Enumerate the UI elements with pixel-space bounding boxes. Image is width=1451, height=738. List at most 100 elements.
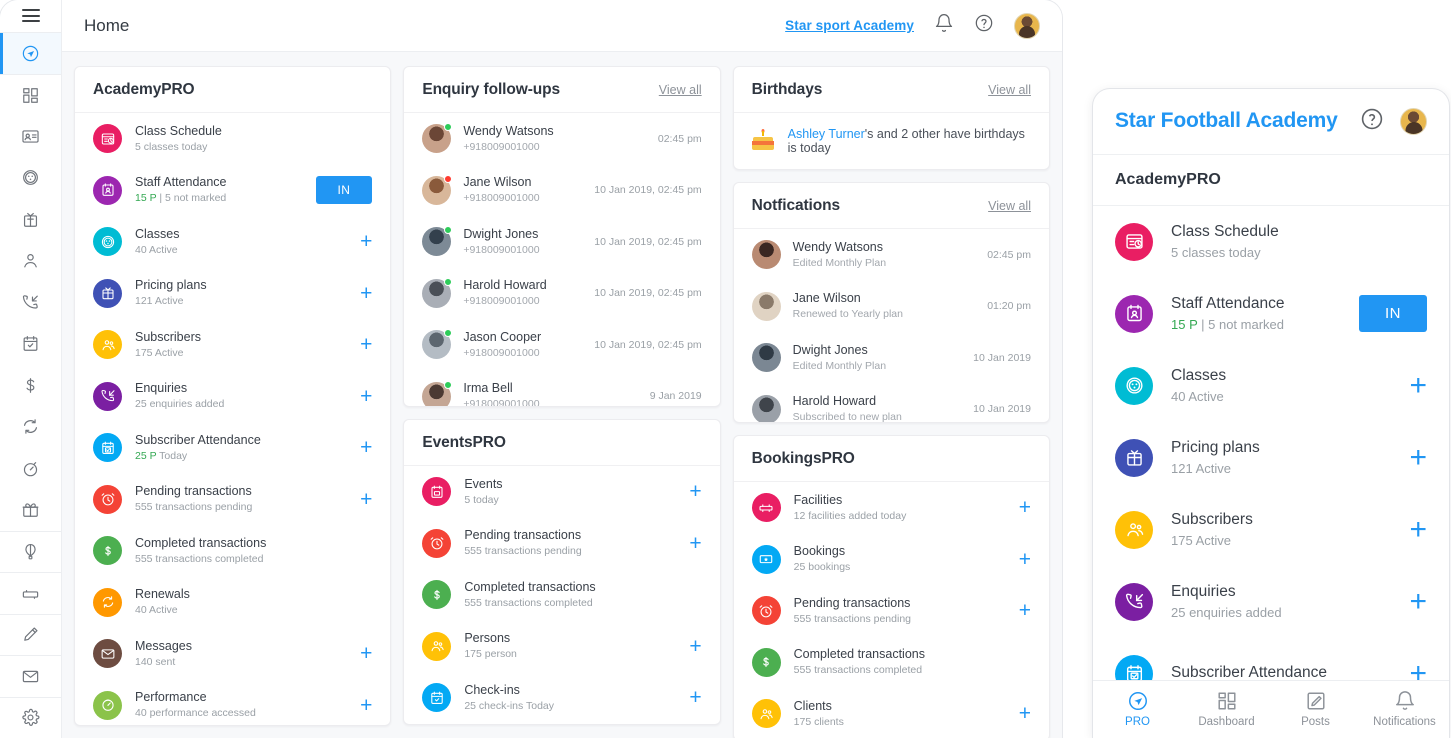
pro-list-row[interactable]: Bookings 25 bookings + [734,534,1049,586]
sidebar-menu-button[interactable] [0,0,61,33]
add-icon[interactable]: + [360,489,372,510]
add-icon[interactable]: + [360,643,372,664]
pro-list-row[interactable]: Events 5 today + [404,466,719,518]
sidebar-item-pricing-plans[interactable] [0,199,61,241]
person-row[interactable]: Dwight Jones +918009001000 10 Jan 2019, 02… [404,216,719,268]
mobile-tab-dashboard[interactable]: Dashboard [1182,690,1271,728]
pro-list-row[interactable]: Facilities 12 facilities added today + [734,482,1049,534]
add-icon[interactable]: + [1019,497,1031,518]
attendance-in-button[interactable]: IN [1359,295,1427,333]
pro-list-row[interactable]: Enquiries 25 enquiries added + [75,371,390,423]
mobile-tabbar: PRO Dashboard Posts Notifications [1093,679,1449,738]
view-all-link[interactable]: View all [659,83,702,97]
mobile-list-row[interactable]: Staff Attendance 15 P | 5 not marked IN [1093,278,1449,350]
add-icon[interactable]: + [360,437,372,458]
person-row[interactable]: Jane Wilson Renewed to Yearly plan 01:20 p… [734,281,1049,333]
mobile-tab-notifications[interactable]: Notifications [1360,690,1449,728]
pro-list-row[interactable]: Check-ins 25 check-ins Today + [404,672,719,724]
mobile-tab-label: Dashboard [1198,716,1255,729]
add-icon[interactable]: + [689,481,701,502]
person-row[interactable]: Harold Howard +918009001000 10 Jan 2019, 0… [404,268,719,320]
mobile-list-row[interactable]: Enquiries 25 enquiries added + [1093,566,1449,638]
add-icon[interactable]: + [1409,585,1427,618]
sidebar-item-id-card[interactable] [0,116,61,158]
sidebar-item-attendance[interactable] [0,323,61,365]
pro-list-row[interactable]: Completed transactions 555 transactions c… [404,569,719,621]
sidebar-item-performance[interactable] [0,448,61,490]
view-all-link[interactable]: View all [988,199,1031,213]
view-all-link[interactable]: View all [988,83,1031,97]
add-icon[interactable]: + [1019,703,1031,724]
add-icon[interactable]: + [360,386,372,407]
mobile-list-row[interactable]: Subscribers 175 Active + [1093,494,1449,566]
mobile-list-row[interactable]: Class Schedule 5 classes today [1093,206,1449,278]
sidebar-item-offers[interactable] [0,489,61,531]
pro-list-row[interactable]: Renewals 40 Active [75,577,390,629]
sidebar-item-dashboard[interactable] [0,74,61,116]
mobile-list-row[interactable]: Subscriber Attendance + [1093,638,1449,680]
add-icon[interactable]: + [1019,600,1031,621]
birthday-message: Ashley Turner's and 2 other have birthda… [788,127,1031,155]
add-icon[interactable]: + [1019,549,1031,570]
add-icon[interactable]: + [689,687,701,708]
person-row[interactable]: Harold Howard Subscribed to new plan 10 Ja… [734,384,1049,422]
pro-list-row[interactable]: Performance 40 performance accessed + [75,680,390,726]
sidebar-item-bookings[interactable] [0,572,61,614]
add-icon[interactable]: + [1409,441,1427,474]
pro-list-row[interactable]: Pending transactions 555 transactions pen… [734,585,1049,637]
pro-list-row[interactable]: Completed transactions 555 transactions c… [734,637,1049,689]
sidebar-item-transactions[interactable] [0,365,61,407]
person-row[interactable]: Irma Bell +918009001000 9 Jan 2019 [404,371,719,406]
add-icon[interactable]: + [1409,657,1427,679]
sidebar-item-subscribers[interactable] [0,240,61,282]
pro-list-row[interactable]: Clients 175 clients + [734,688,1049,738]
pro-list-row[interactable]: Subscriber Attendance 25 P Today + [75,422,390,474]
pro-list-row[interactable]: Completed transactions 555 transactions c… [75,525,390,577]
person-row[interactable]: Dwight Jones Edited Monthly Plan 10 Jan 20… [734,332,1049,384]
add-icon[interactable]: + [1409,369,1427,402]
add-icon[interactable]: + [1409,513,1427,546]
person-row[interactable]: Wendy Watsons +918009001000 02:45 pm [404,113,719,165]
bell-icon[interactable] [934,13,954,38]
add-icon[interactable]: + [689,533,701,554]
add-icon[interactable]: + [360,695,372,716]
help-circle-icon[interactable] [974,13,994,38]
sidebar-item-messages[interactable] [0,655,61,697]
birthday-person-link[interactable]: Ashley Turner [788,127,865,141]
mobile-list-row[interactable]: Classes 40 Active + [1093,350,1449,422]
sidebar-item-events[interactable] [0,530,61,573]
add-icon[interactable]: + [360,334,372,355]
pro-list-row[interactable]: Persons 175 person + [404,621,719,673]
person-row[interactable]: Wendy Watsons Edited Monthly Plan 02:45 pm [734,229,1049,281]
pro-list-row[interactable]: Class Schedule 5 classes today [75,113,390,165]
sidebar-item-enquiries[interactable] [0,282,61,324]
sidebar-item-settings[interactable] [0,696,61,738]
person-row[interactable]: Jason Cooper +918009001000 10 Jan 2019, 02… [404,319,719,371]
birthday-row[interactable]: Ashley Turner's and 2 other have birthda… [734,113,1049,169]
mobile-tab-pro[interactable]: PRO [1093,690,1182,728]
sidebar-item-pro[interactable] [0,32,61,74]
person-row[interactable]: Jane Wilson +918009001000 10 Jan 2019, 02:… [404,165,719,217]
mobile-list-row[interactable]: Pricing plans 121 Active + [1093,422,1449,494]
pro-list-row[interactable]: Classes 40 Active + [75,216,390,268]
sidebar-item-classes[interactable] [0,157,61,199]
mobile-tab-posts[interactable]: Posts [1271,690,1360,728]
academy-name-link[interactable]: Star sport Academy [785,18,914,33]
sidebar-item-renewals[interactable] [0,406,61,448]
add-icon[interactable]: + [689,636,701,657]
attendance-in-button[interactable]: IN [315,176,373,205]
pro-list-row[interactable]: Pending transactions 555 transactions pen… [75,474,390,526]
add-icon[interactable]: + [360,283,372,304]
pro-list-row[interactable]: Subscribers 175 Active + [75,319,390,371]
avatar[interactable] [1014,12,1040,39]
add-icon[interactable]: + [360,231,372,252]
help-circle-icon[interactable] [1360,107,1384,136]
pro-list-row[interactable]: Staff Attendance 15 P | 5 not marked IN [75,165,390,217]
pencil-icon [24,627,38,642]
pro-list-row[interactable]: Messages 140 sent + [75,628,390,680]
row-title: Check-ins [464,682,520,697]
pro-list-row[interactable]: Pending transactions 555 transactions pen… [404,518,719,570]
pro-list-row[interactable]: Pricing plans 121 Active + [75,268,390,320]
avatar[interactable] [1400,107,1427,135]
sidebar-item-posts[interactable] [0,613,61,656]
